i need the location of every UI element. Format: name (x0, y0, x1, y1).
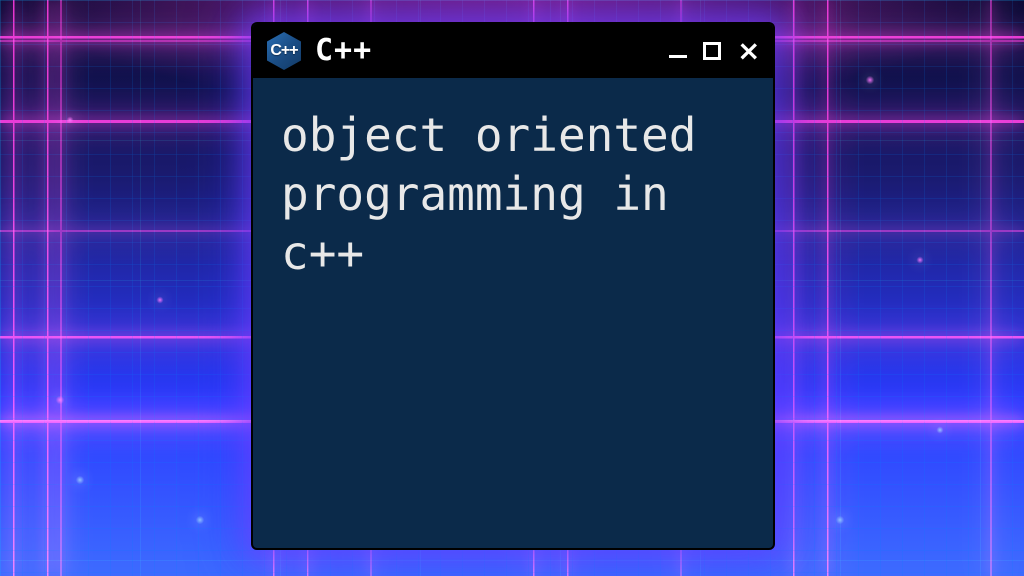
window-title: C++ (315, 36, 372, 66)
console-window: C++ C++ × object oriented programming in… (253, 24, 773, 548)
close-button[interactable]: × (737, 42, 759, 60)
cpp-logo-icon: C++ (267, 32, 301, 70)
console-body: object oriented programming in c++ (253, 78, 773, 548)
window-controls: × (669, 42, 759, 60)
console-text: object oriented programming in c++ (281, 106, 745, 283)
title-left: C++ C++ (267, 32, 372, 70)
titlebar[interactable]: C++ C++ × (253, 24, 773, 78)
maximize-button[interactable] (703, 42, 725, 60)
minimize-button[interactable] (669, 45, 691, 58)
cpp-logo-text: C++ (270, 43, 297, 59)
